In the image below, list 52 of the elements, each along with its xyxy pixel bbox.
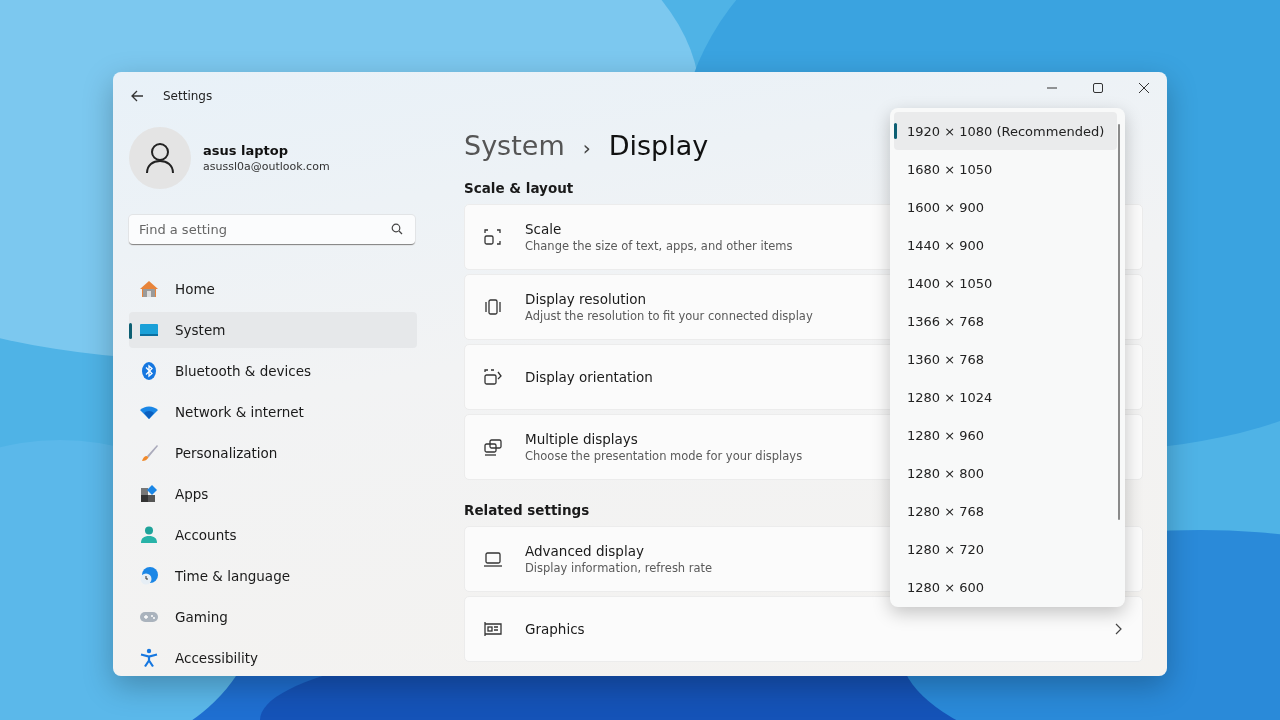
- section-heading: Related settings: [464, 502, 590, 518]
- graphics-card-icon: [483, 619, 503, 639]
- card-description: Choose the presentation mode for your displays: [525, 449, 803, 463]
- card-description: Display information, refresh rate: [525, 561, 713, 575]
- settings-card[interactable]: Graphics: [464, 596, 1143, 662]
- sidebar-item[interactable]: Accessibility: [129, 640, 417, 676]
- window-title: Settings: [163, 89, 213, 104]
- card-title: Display orientation: [525, 369, 653, 385]
- sidebar-item[interactable]: System: [129, 312, 417, 348]
- rotate-icon: [483, 367, 503, 387]
- card-title: Scale: [525, 221, 562, 237]
- breadcrumb-parent[interactable]: System: [464, 130, 565, 161]
- card-description: Change the size of text, apps, and other items: [525, 239, 793, 253]
- section-heading: Scale & layout: [464, 180, 574, 196]
- scale-icon: [483, 227, 503, 247]
- dropdown-option[interactable]: 1440 × 900: [894, 226, 1117, 264]
- resolution-icon: [483, 297, 503, 317]
- sidebar-item[interactable]: Apps: [129, 476, 417, 512]
- sidebar-item[interactable]: Personalization: [129, 435, 417, 471]
- laptop-icon: [483, 549, 503, 569]
- accessibility-icon: [139, 648, 159, 668]
- sidebar-item[interactable]: Accounts: [129, 517, 417, 553]
- sidebar-item[interactable]: Time & language: [129, 558, 417, 594]
- sidebar-item[interactable]: Network & internet: [129, 394, 417, 430]
- card-title: Graphics: [525, 621, 585, 637]
- dropdown-option[interactable]: 1920 × 1080 (Recommended): [894, 112, 1117, 150]
- dropdown-option[interactable]: 1280 × 960: [894, 416, 1117, 454]
- card-title: Display resolution: [525, 291, 647, 307]
- bluetooth-icon: [139, 361, 159, 381]
- scrollbar[interactable]: [1118, 124, 1120, 520]
- sidebar-item[interactable]: Home: [129, 271, 417, 307]
- dropdown-option[interactable]: 1280 × 720: [894, 530, 1117, 568]
- dropdown-option[interactable]: 1366 × 768: [894, 302, 1117, 340]
- close-icon: [1138, 82, 1150, 94]
- person-icon: [139, 525, 159, 545]
- sidebar-item[interactable]: Bluetooth & devices: [129, 353, 417, 389]
- brush-icon: [139, 443, 159, 463]
- card-description: Adjust the resolution to fit your connected display: [525, 309, 813, 323]
- account-name: asus laptop: [203, 142, 289, 158]
- clock-icon: [139, 566, 159, 586]
- apps-icon: [139, 484, 159, 504]
- home-icon: [139, 279, 159, 299]
- card-title: Advanced display: [525, 543, 644, 559]
- dropdown-option[interactable]: 1680 × 1050: [894, 150, 1117, 188]
- multiple-displays-icon: [483, 437, 503, 457]
- card-title: Multiple displays: [525, 431, 638, 447]
- search-icon: [391, 223, 403, 236]
- maximize-icon: [1092, 82, 1104, 94]
- page-title: Display: [608, 130, 709, 161]
- account-email: asussl0a@outlook.com: [203, 159, 330, 173]
- sidebar-item[interactable]: Gaming: [129, 599, 417, 635]
- breadcrumb-separator: ›: [582, 136, 591, 160]
